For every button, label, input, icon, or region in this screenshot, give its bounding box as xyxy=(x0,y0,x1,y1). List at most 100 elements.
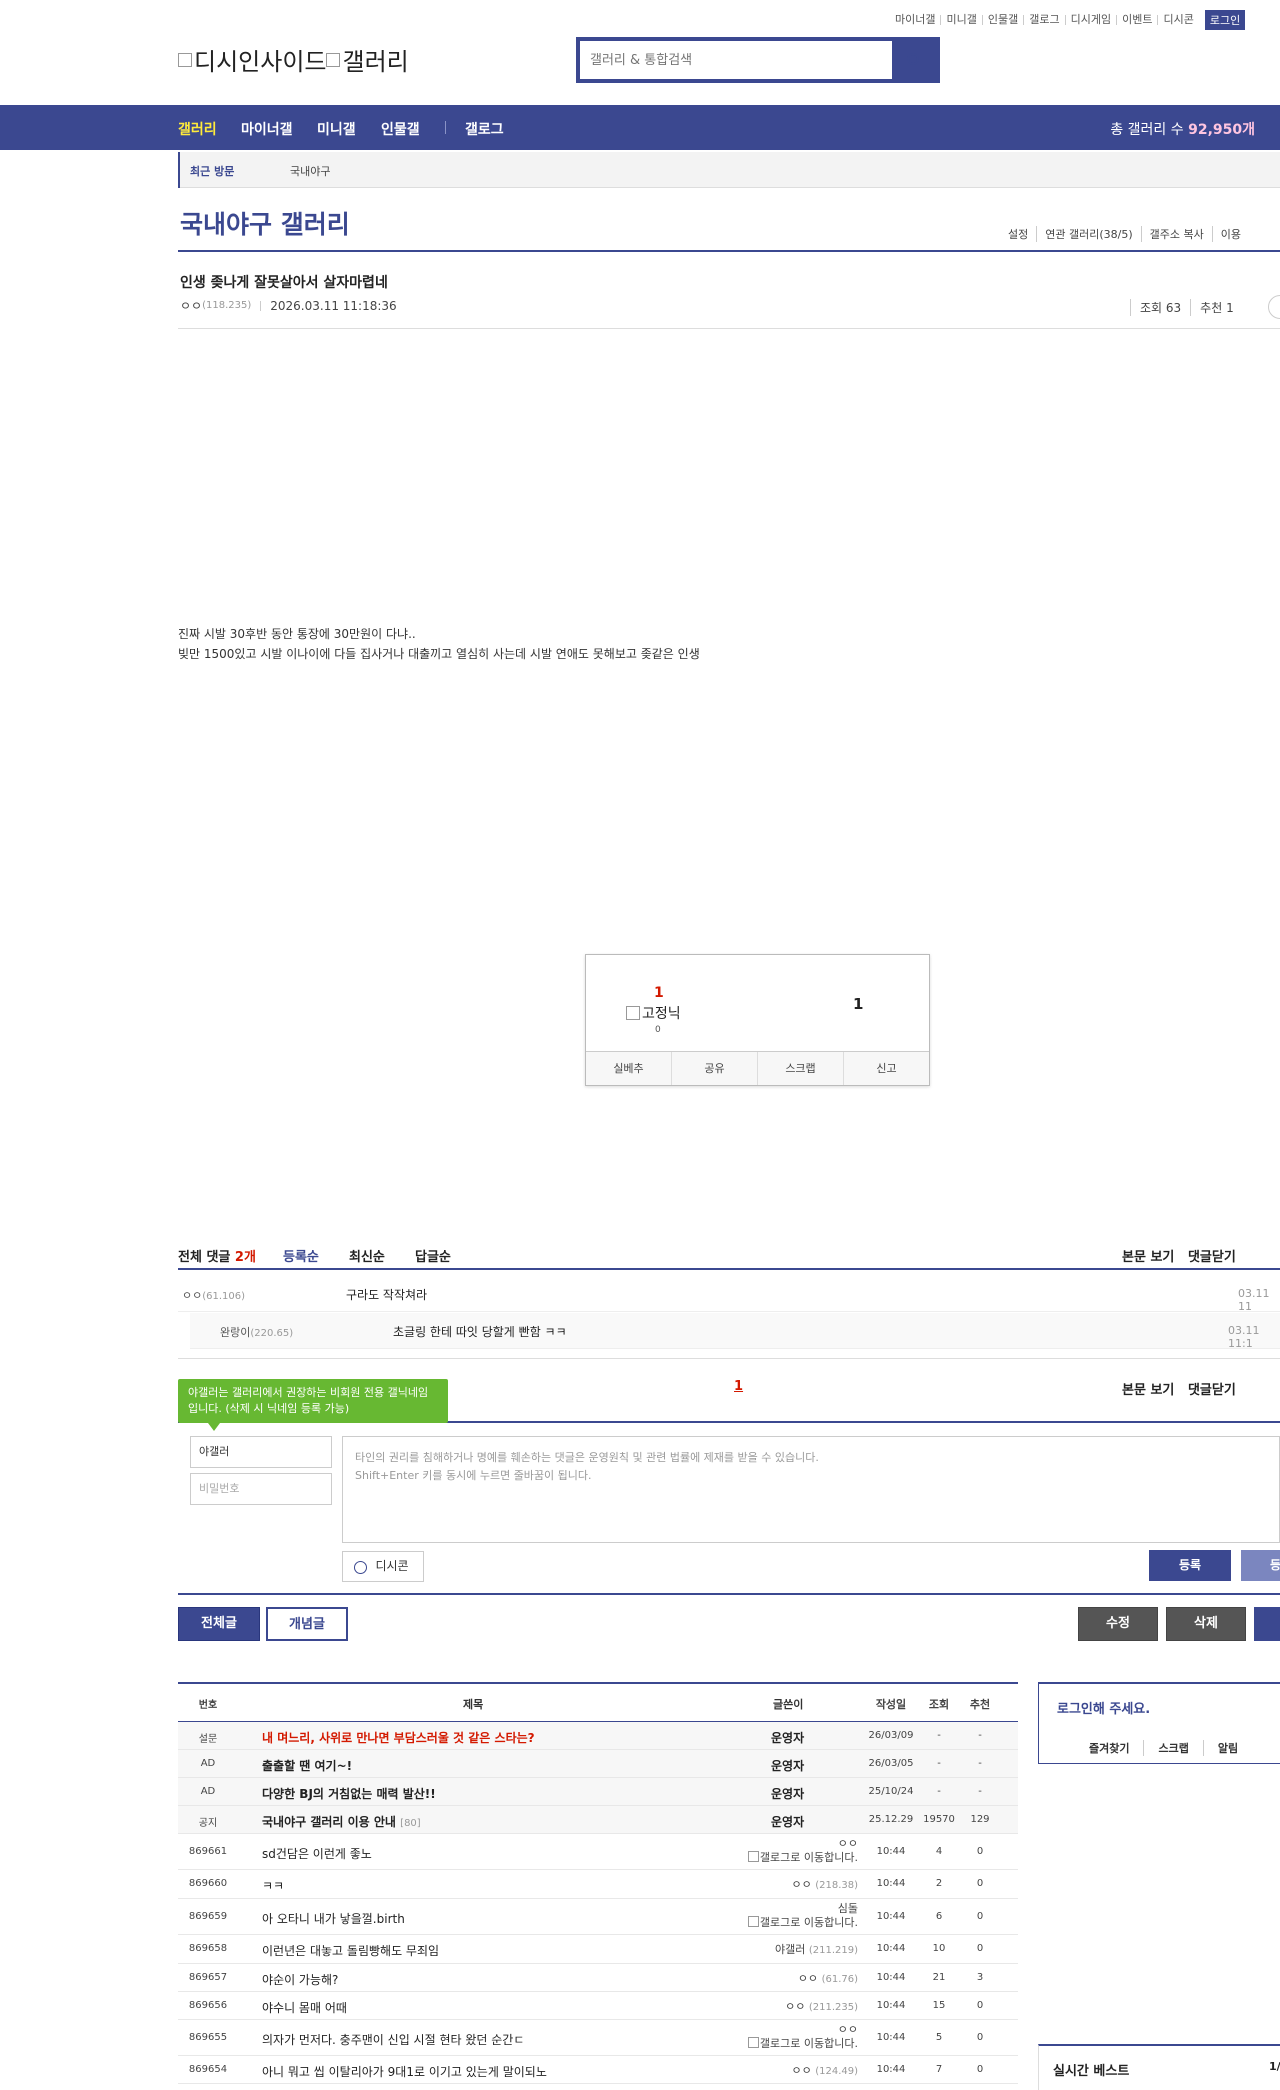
close-comments-link[interactable]: 댓글닫기 xyxy=(1188,1250,1236,1265)
table-row[interactable]: 869659 아 오타니 내가 낳을껄.birth 심돌 갤로그로 이동합니다. … xyxy=(178,1899,1018,1935)
topmenu-event[interactable]: 이벤트 xyxy=(1116,14,1157,25)
scrap-link[interactable]: 스크랩 xyxy=(1143,1740,1202,1756)
row-num: 869657 xyxy=(188,1972,228,1983)
row-writer-nick: ㅇㅇ xyxy=(837,1837,858,1850)
row-title[interactable]: 아 오타니 내가 낳을껄.birth xyxy=(262,1910,405,1927)
table-row[interactable]: 869661 sd건담은 이런게 좋노 ㅇㅇ 갤로그로 이동합니다. 10:44 … xyxy=(178,1834,1018,1870)
all-posts-button[interactable]: 전체글 xyxy=(178,1607,260,1641)
search-button[interactable] xyxy=(892,41,936,79)
row-title[interactable]: 야순이 가능해? xyxy=(262,1971,338,1988)
topmenu-gallog[interactable]: 갤로그 xyxy=(1023,14,1064,25)
comment-date: 03.11 11:1 xyxy=(1228,1324,1260,1350)
gnb-mini[interactable]: 미니갤 xyxy=(317,119,356,139)
sort-latest[interactable]: 최신순 xyxy=(349,1246,385,1265)
recent-gallery-link[interactable]: 국내야구 xyxy=(290,163,330,179)
row-writer[interactable]: 심돌 갤로그로 이동합니다. xyxy=(678,1902,858,1930)
gnb-gallog[interactable]: 갤로그 xyxy=(465,119,504,139)
row-title[interactable]: 내 며느리, 사위로 만나면 부담스러울 것 같은 스타는? xyxy=(262,1729,535,1746)
topmenu-dcgame[interactable]: 디시게임 xyxy=(1064,14,1116,25)
row-writer[interactable]: ㅇㅇ (211.235) xyxy=(678,2000,858,2015)
top-utility-menu: 마이너갤 미니갤 인물갤 갤로그 디시게임 이벤트 디시콘 로그인 xyxy=(890,10,1246,30)
copy-address-link[interactable]: 갤주소 복사 xyxy=(1140,226,1212,242)
row-writer[interactable]: ㅇㅇ (218.38) xyxy=(678,1878,858,1893)
row-title[interactable]: 국내야구 갤러리 이용 안내 [80] xyxy=(262,1813,421,1830)
row-writer[interactable]: ㅇㅇ 갤로그로 이동합니다. xyxy=(678,1837,858,1865)
row-title[interactable]: 의자가 먼저다. 충주맨이 신입 시절 현타 왔던 순간ㄷ xyxy=(262,2031,524,2048)
edit-button[interactable]: 수정 xyxy=(1078,1607,1158,1641)
table-row[interactable]: AD 다양한 BJ의 거침없는 매력 발산!! 운영자 25/10/24 - - xyxy=(178,1778,1018,1806)
sort-registered[interactable]: 등록순 xyxy=(283,1246,319,1265)
comment-nick[interactable]: ㅇㅇ(61.106) xyxy=(182,1287,245,1303)
nickname-tooltip: 야갤러는 갤러리에서 권장하는 비회원 전용 갤닉네임입니다. (삭제 시 닉네… xyxy=(178,1379,448,1431)
gallery-title[interactable]: 국내야구 갤러리 xyxy=(180,205,350,241)
view-body-link[interactable]: 본문 보기 xyxy=(1122,1383,1174,1398)
row-title[interactable]: 다양한 BJ의 거침없는 매력 발산!! xyxy=(262,1785,436,1802)
table-row[interactable]: 869655 의자가 먼저다. 충주맨이 신입 시절 현타 왔던 순간ㄷ ㅇㅇ 갤… xyxy=(178,2020,1018,2056)
table-row[interactable]: AD 출출할 땐 여기~! 운영자 26/03/05 - - xyxy=(178,1750,1018,1778)
notification-link[interactable]: 알림 xyxy=(1202,1740,1252,1756)
usage-link[interactable]: 이용 xyxy=(1211,226,1249,242)
related-gallery-link[interactable]: 연관 갤러리(38/5) xyxy=(1036,226,1140,242)
row-title[interactable]: ㅋㅋ xyxy=(262,1877,284,1894)
gnb-gallery[interactable]: 갤러리 xyxy=(178,119,217,139)
report-button[interactable]: 신고 xyxy=(843,1052,929,1085)
comment-nick-text: ㅇㅇ xyxy=(182,1289,203,1302)
row-gallog-link: 갤로그로 이동합니다. xyxy=(759,1916,858,1929)
gnb-minor[interactable]: 마이너갤 xyxy=(241,119,293,139)
row-title[interactable]: 이런년은 대놓고 돌림빵해도 무죄임 xyxy=(262,1942,439,1959)
comment-textarea[interactable]: 타인의 권리를 침해하거나 명예를 훼손하는 댓글은 운영원칙 및 관련 법률에… xyxy=(342,1436,1280,1543)
table-row[interactable]: 869660 ㅋㅋ ㅇㅇ (218.38) 10:44 2 0 xyxy=(178,1870,1018,1899)
gnb-person[interactable]: 인물갤 xyxy=(381,119,420,139)
concept-posts-button[interactable]: 개념글 xyxy=(266,1607,348,1641)
favorites-link[interactable]: 즐겨찾기 xyxy=(1089,1740,1143,1756)
comment-page-current[interactable]: 1 xyxy=(734,1379,743,1394)
table-row[interactable]: 869658 이런년은 대놓고 돌림빵해도 무죄임 야갤러 (211.219) … xyxy=(178,1935,1018,1964)
comment-submit-recommend-button[interactable]: 등록 xyxy=(1241,1550,1280,1581)
topmenu-person[interactable]: 인물갤 xyxy=(981,14,1023,25)
search-input[interactable] xyxy=(580,41,892,79)
sort-reply[interactable]: 답글순 xyxy=(415,1246,451,1265)
post-list-table: 번호 제목 글쓴이 작성일 조회 추천 설문 내 며느리, 사위로 만나면 부담… xyxy=(178,1682,1018,2084)
write-button[interactable]: 글 xyxy=(1254,1607,1280,1641)
delete-button[interactable]: 삭제 xyxy=(1166,1607,1246,1641)
fixed-nick-recommend[interactable]: 고정닉 xyxy=(626,1003,681,1023)
site-logo[interactable]: 디시인사이드 갤러리 xyxy=(178,42,409,77)
gallery-settings-link[interactable]: 설정 xyxy=(1000,226,1036,242)
row-writer[interactable]: ㅇㅇ (124.49) xyxy=(678,2064,858,2079)
login-prompt[interactable]: 로그인해 주세요. xyxy=(1057,1698,1150,1717)
comment-bar: 전체 댓글 2개 등록순 최신순 답글순 본문 보기 댓글닫기 xyxy=(178,1246,1280,1265)
password-field[interactable]: 비밀번호 xyxy=(190,1473,332,1505)
topmenu-mini[interactable]: 미니갤 xyxy=(940,14,981,25)
row-title[interactable]: 야수니 몸매 어때 xyxy=(262,1999,347,2016)
row-title[interactable]: 출출할 땐 여기~! xyxy=(262,1757,352,1774)
row-writer[interactable]: ㅇㅇ (61.76) xyxy=(678,1972,858,1987)
view-body-link[interactable]: 본문 보기 xyxy=(1122,1250,1174,1265)
comment-submit-button[interactable]: 등록 xyxy=(1149,1550,1231,1581)
nickname-field[interactable]: 야갤러 xyxy=(190,1436,332,1468)
row-writer[interactable]: ㅇㅇ 갤로그로 이동합니다. xyxy=(678,2023,858,2051)
row-title[interactable]: 아니 뭐고 씹 이탈리아가 9대1로 이기고 있는게 말이되노 xyxy=(262,2063,547,2080)
table-row[interactable]: 설문 내 며느리, 사위로 만나면 부담스러울 것 같은 스타는? 운영자 26… xyxy=(178,1722,1018,1750)
row-views: - xyxy=(937,1786,941,1797)
row-writer-ip: (61.76) xyxy=(821,1974,858,1985)
table-row[interactable]: 869654 아니 뭐고 씹 이탈리아가 9대1로 이기고 있는게 말이되노 ㅇ… xyxy=(178,2056,1018,2084)
best-recommend-button[interactable]: 실베추 xyxy=(586,1052,671,1085)
comment-nick[interactable]: 완랑이(220.65) xyxy=(220,1324,293,1340)
post-author[interactable]: ㅇㅇ xyxy=(180,297,202,314)
topmenu-minor[interactable]: 마이너갤 xyxy=(890,14,940,25)
recent-visits-label[interactable]: 최근 방문 xyxy=(177,152,234,188)
close-comments-link[interactable]: 댓글닫기 xyxy=(1188,1383,1236,1398)
table-row[interactable]: 공지 국내야구 갤러리 이용 안내 [80] 운영자 25.12.29 1957… xyxy=(178,1806,1018,1834)
table-row[interactable]: 869657 야순이 가능해? ㅇㅇ (61.76) 10:44 21 3 xyxy=(178,1964,1018,1992)
row-writer[interactable]: 야갤러 (211.219) xyxy=(678,1943,858,1958)
more-options-icon[interactable] xyxy=(1268,295,1280,319)
row-title[interactable]: sd건담은 이런게 좋노 xyxy=(262,1845,372,1862)
table-row[interactable]: 869656 야수니 몸매 어때 ㅇㅇ (211.235) 10:44 15 0 xyxy=(178,1992,1018,2020)
row-num: 공지 xyxy=(198,1818,218,1829)
scrap-button[interactable]: 스크랩 xyxy=(757,1052,843,1085)
login-button[interactable]: 로그인 xyxy=(1204,10,1246,30)
share-button[interactable]: 공유 xyxy=(671,1052,757,1085)
row-writer-nick: 야갤러 xyxy=(774,1943,806,1956)
topmenu-dccon[interactable]: 디시콘 xyxy=(1157,14,1198,25)
dccon-button[interactable]: 디시콘 xyxy=(342,1551,424,1582)
